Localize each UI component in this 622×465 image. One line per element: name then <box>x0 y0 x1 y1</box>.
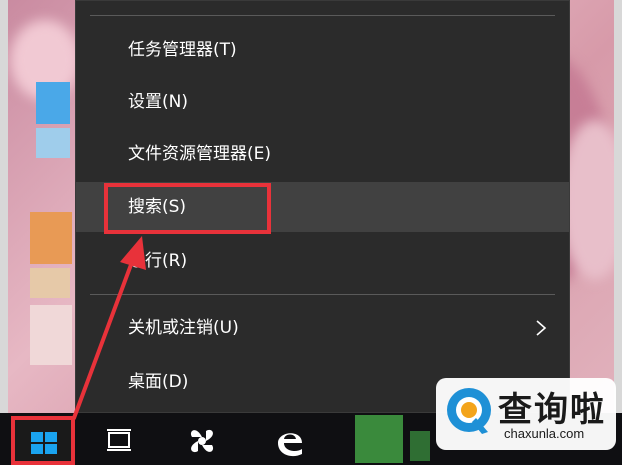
watermark: 查询啦 chaxunla.com <box>436 378 616 450</box>
watermark-url: chaxunla.com <box>504 426 585 441</box>
watermark-title: 查询啦 <box>498 390 606 430</box>
watermark-logo-icon <box>447 388 491 434</box>
